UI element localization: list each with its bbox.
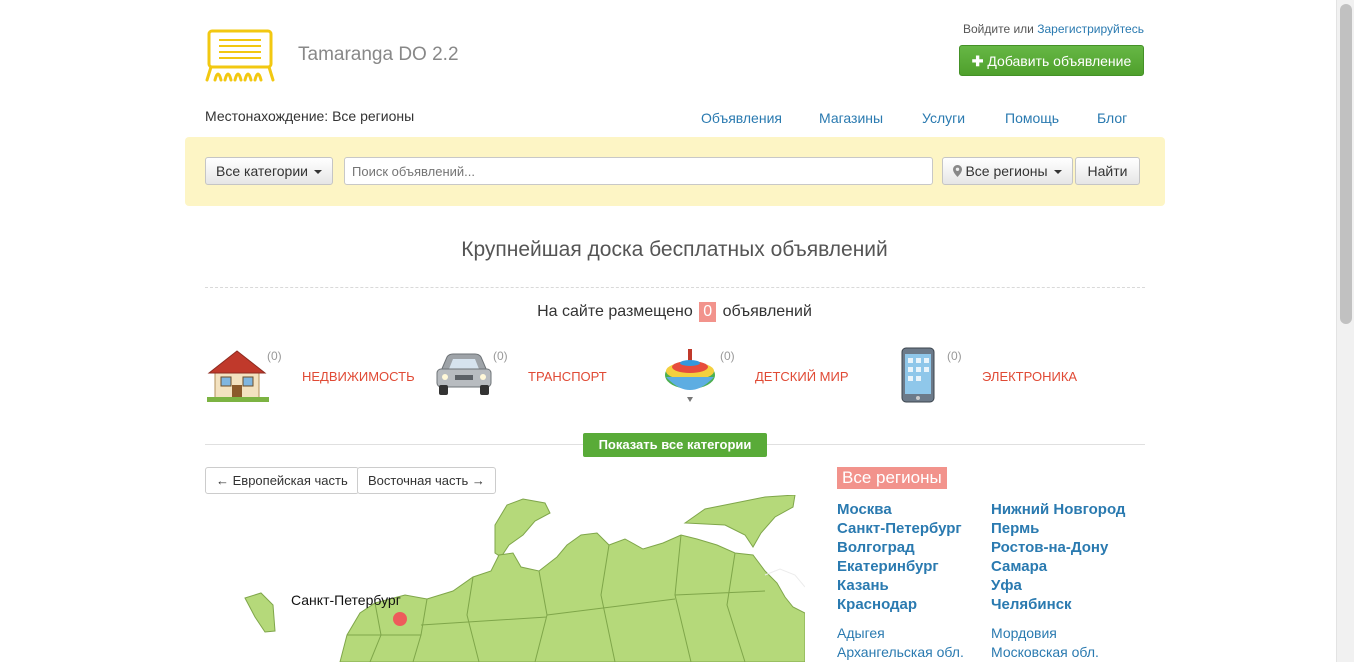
stats-prefix: На сайте размещено: [537, 303, 693, 320]
category-link[interactable]: ЭЛЕКТРОНИКА: [982, 367, 1082, 387]
region-link[interactable]: Московская обл.: [991, 643, 1141, 662]
region-link[interactable]: Ростов-на-Дону: [991, 538, 1141, 557]
nav-item-listings[interactable]: Объявления: [701, 110, 782, 126]
caret-down-icon: [1053, 170, 1062, 175]
category-link[interactable]: ТРАНСПОРТ: [528, 367, 628, 387]
region-link[interactable]: Казань: [837, 576, 987, 595]
plus-icon: ✚: [971, 53, 984, 69]
search-input[interactable]: [344, 157, 933, 185]
category-count: (0): [493, 349, 508, 363]
category-link[interactable]: НЕДВИЖИМОСТЬ: [302, 367, 415, 387]
regions-column-right: Нижний Новгород Пермь Ростов-на-Дону Сам…: [991, 500, 1141, 662]
logo-icon[interactable]: [205, 28, 275, 84]
region-link[interactable]: Пермь: [991, 519, 1141, 538]
region-link[interactable]: Екатеринбург: [837, 557, 987, 576]
search-submit-button[interactable]: Найти: [1075, 157, 1140, 185]
stats-suffix: объявлений: [722, 303, 812, 320]
region-link[interactable]: Челябинск: [991, 595, 1141, 614]
auth-links: Войдите или Зарегистрируйтесь: [963, 22, 1144, 36]
category-count: (0): [720, 349, 735, 363]
category-transport[interactable]: (0) ТРАНСПОРТ: [433, 345, 653, 405]
scrollbar-thumb[interactable]: [1340, 4, 1352, 324]
category-electronics[interactable]: (0) ЭЛЕКТРОНИКА: [887, 345, 1107, 405]
region-link[interactable]: Нижний Новгород: [991, 500, 1141, 519]
map-west-button[interactable]: ← Европейская часть: [205, 467, 359, 494]
nav-item-services[interactable]: Услуги: [922, 110, 965, 126]
category-count: (0): [947, 349, 962, 363]
region-link[interactable]: Санкт-Петербург: [837, 519, 987, 538]
nav-item-help[interactable]: Помощь: [1005, 110, 1059, 126]
map-pin-icon: [953, 165, 963, 177]
register-link[interactable]: Зарегистрируйтесь: [1037, 22, 1144, 36]
region-dropdown[interactable]: Все регионы: [942, 157, 1073, 185]
spinning-top-icon: [665, 349, 715, 402]
site-name[interactable]: Tamaranga DO 2.2: [298, 44, 459, 66]
show-all-categories-button[interactable]: Показать все категории: [583, 433, 767, 457]
region-link[interactable]: Архангельская обл.: [837, 643, 987, 662]
category-link[interactable]: ДЕТСКИЙ МИР: [755, 367, 855, 387]
region-link[interactable]: Самара: [991, 557, 1141, 576]
listing-stats: На сайте размещено 0 объявлений: [0, 302, 1349, 322]
region-link[interactable]: Волгоград: [837, 538, 987, 557]
login-link[interactable]: Войдите: [963, 22, 1010, 36]
region-link[interactable]: Адыгея: [837, 624, 987, 643]
region-link[interactable]: Мордовия: [991, 624, 1141, 643]
region-link[interactable]: Москва: [837, 500, 987, 519]
russia-map[interactable]: [205, 495, 805, 662]
listing-count-badge: 0: [699, 302, 717, 322]
add-listing-label: Добавить объявление: [987, 53, 1132, 69]
map-east-button[interactable]: Восточная часть →: [357, 467, 496, 494]
category-kids[interactable]: (0) ДЕТСКИЙ МИР: [660, 345, 880, 405]
page-scrollbar[interactable]: [1336, 0, 1354, 662]
car-icon: [436, 353, 492, 395]
categories-dropdown[interactable]: Все категории: [205, 157, 333, 185]
phone-icon: [901, 347, 935, 403]
regions-column-left: Москва Санкт-Петербург Волгоград Екатери…: [837, 500, 987, 662]
add-listing-button[interactable]: ✚ Добавить объявление: [959, 45, 1144, 76]
region-link[interactable]: Уфа: [991, 576, 1141, 595]
page-title: Крупнейшая доска бесплатных объявлений: [461, 238, 888, 261]
house-icon: [207, 350, 269, 402]
region-dropdown-label: Все регионы: [965, 163, 1048, 179]
divider: [205, 287, 1145, 288]
caret-down-icon: [313, 170, 322, 175]
category-count: (0): [267, 349, 282, 363]
region-link[interactable]: Краснодар: [837, 595, 987, 614]
category-real-estate[interactable]: (0) НЕДВИЖИМОСТЬ: [207, 345, 427, 405]
nav-item-blog[interactable]: Блог: [1097, 110, 1127, 126]
location-label[interactable]: Местонахождение: Все регионы: [205, 108, 414, 124]
categories-dropdown-label: Все категории: [216, 163, 308, 179]
map-city-label[interactable]: Санкт-Петербург: [291, 592, 401, 608]
nav-item-shops[interactable]: Магазины: [819, 110, 883, 126]
or-text: или: [1013, 22, 1034, 36]
regions-title: Все регионы: [837, 467, 947, 489]
